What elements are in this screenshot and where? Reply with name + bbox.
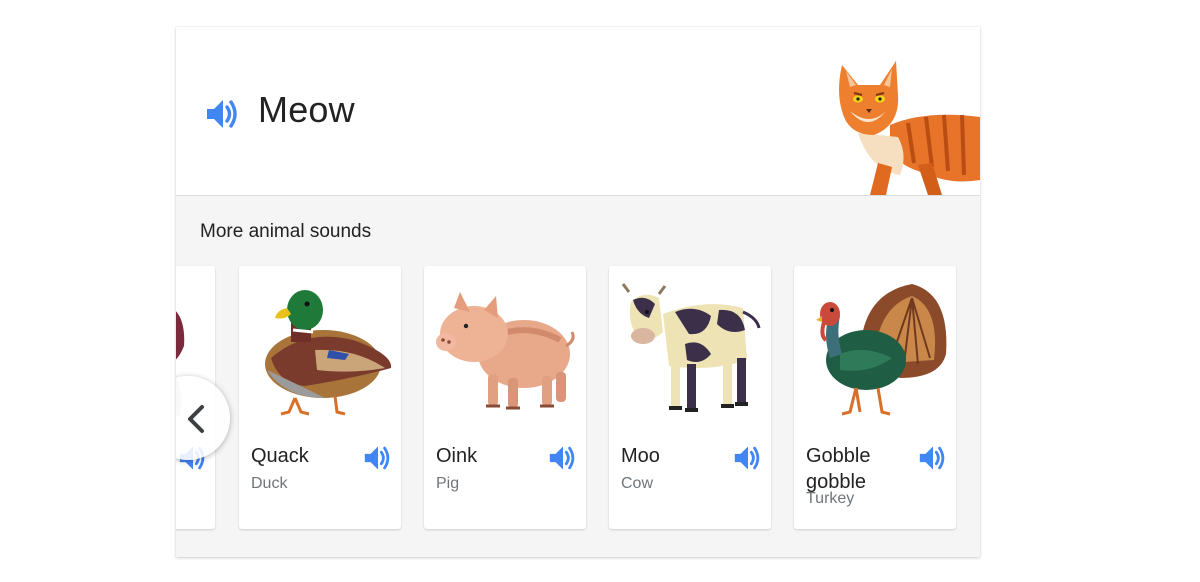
carousel-prev-button[interactable]: [176, 376, 230, 460]
animal-name-label: Cow: [621, 475, 654, 492]
speaker-icon[interactable]: [918, 444, 948, 472]
pig-icon: [436, 292, 575, 410]
animal-tile-pig[interactable]: Oink Pig: [424, 266, 586, 529]
animal-name-label: Turkey: [806, 490, 855, 507]
cat-illustration: [839, 61, 980, 195]
speaker-icon[interactable]: [548, 444, 578, 472]
turkey-icon: [816, 284, 947, 416]
animal-sounds-card: Meow More animal sounds Quack Duck Oink …: [176, 27, 980, 557]
speaker-icon[interactable]: [205, 97, 241, 131]
animal-sound-label: Moo: [621, 445, 660, 467]
animal-tile-cow[interactable]: Moo Cow: [609, 266, 771, 529]
animal-tile-turkey[interactable]: Gobble gobble Turkey: [794, 266, 956, 529]
speaker-icon[interactable]: [363, 444, 393, 472]
animal-tile-duck[interactable]: Quack Duck: [239, 266, 401, 529]
speaker-icon[interactable]: [733, 444, 763, 472]
animal-name-label: Duck: [251, 475, 288, 492]
chevron-left-icon: [188, 405, 204, 433]
animal-name-label: Pig: [436, 475, 460, 492]
cow-icon: [621, 283, 761, 412]
animal-sound-label: Oink: [436, 445, 478, 467]
animal-sound-label: Quack: [251, 445, 309, 467]
featured-sound-panel: Meow: [176, 27, 980, 196]
animal-sound-label: Gobble gobble: [806, 445, 871, 493]
featured-sound-title: Meow: [258, 89, 355, 130]
duck-icon: [265, 290, 392, 416]
more-animal-sounds-panel: More animal sounds Quack Duck Oink Pig M…: [176, 196, 980, 557]
section-heading: More animal sounds: [200, 221, 372, 242]
